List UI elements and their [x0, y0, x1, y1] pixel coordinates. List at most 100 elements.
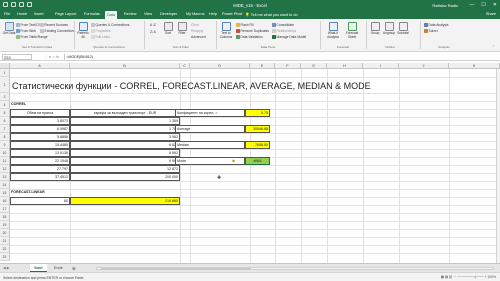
column-header-g[interactable]: G — [301, 63, 327, 69]
volume-cell[interactable]: 37.4512 — [10, 173, 70, 181]
restore-button[interactable]: ☐ — [481, 2, 485, 8]
median-label[interactable]: Median — [175, 141, 245, 149]
advanced-filter-button[interactable]: Advanced — [191, 35, 206, 39]
row-header-13[interactable]: 13 — [0, 173, 10, 181]
collapse-ribbon-icon[interactable]: ⌃ — [492, 45, 495, 49]
manage-data-model-button[interactable]: Manage Data Model — [272, 35, 306, 39]
filter-button[interactable]: Filter — [175, 22, 189, 36]
reapply-button[interactable]: Reapply — [191, 29, 203, 33]
row-header-15[interactable]: 15 — [0, 189, 10, 197]
row-header-14[interactable]: 14 — [0, 181, 10, 189]
volume-cell[interactable]: 6.5987 — [10, 125, 70, 133]
column-header-c[interactable]: C — [180, 63, 190, 69]
average-value[interactable]: 30548.88 — [245, 125, 270, 133]
volume-header[interactable]: Обем на пратка — [10, 109, 70, 117]
user-name[interactable]: Ratislav Radic — [432, 3, 458, 8]
tariff-cell[interactable]: 200 000 — [70, 173, 180, 181]
sort-ascending-button[interactable]: A↓Z — [150, 23, 156, 27]
column-header-f[interactable]: F — [275, 63, 301, 69]
tab-data[interactable]: Data — [105, 11, 118, 19]
coefficient-label[interactable]: Коефициент на корел. = — [175, 109, 245, 117]
forecast-sheet-button[interactable]: Forecast Sheet — [344, 22, 360, 39]
column-header-j[interactable]: J — [399, 63, 449, 69]
sheet-tab-ende[interactable]: Ende — [50, 264, 67, 272]
sort-descending-button[interactable]: Z↓A — [150, 30, 156, 34]
group-button[interactable]: Group — [368, 22, 382, 36]
formula-input[interactable]: =MODE(B5:B12) — [64, 54, 494, 60]
vertical-scrollbar[interactable] — [496, 69, 500, 263]
recent-sources-button[interactable]: Recent Sources — [40, 23, 68, 27]
add-sheet-icon[interactable]: ⊕ — [72, 266, 76, 272]
row-header-3[interactable]: 3 — [0, 93, 10, 101]
sheet-nav-arrows-icon[interactable]: ◀ ▶ — [3, 266, 10, 270]
tariff-cell[interactable]: 8 692 — [70, 149, 180, 157]
row-header-12[interactable]: 12 — [0, 165, 10, 173]
data-validation-button[interactable]: Data Validation — [236, 35, 263, 39]
ungroup-button[interactable]: Ungroup — [382, 22, 396, 36]
forecast-value[interactable]: 219 865 — [70, 197, 180, 205]
tab-view[interactable]: View — [144, 12, 152, 16]
tariff-header[interactable]: тарифа за вълзаден транспорт - EUR — [70, 109, 180, 117]
worksheet-grid[interactable]: A B C D E F G H I J K 1 2 3 4 5 6 7 8 9 … — [0, 63, 500, 263]
tab-formulas[interactable]: Formulas — [84, 12, 100, 16]
tab-my-macros[interactable]: My Macros — [186, 12, 205, 16]
row-header-17[interactable]: 17 — [0, 205, 10, 213]
median-value[interactable]: 7658.50 — [245, 141, 270, 149]
get-data-button[interactable]: Get Data — [2, 22, 16, 36]
from-web-button[interactable]: From Web — [16, 29, 36, 33]
row-header-2[interactable]: 2 — [0, 77, 10, 93]
sort-button[interactable]: Sort — [161, 22, 175, 36]
minimize-button[interactable]: — — [469, 2, 474, 8]
edit-links-button[interactable]: Edit Links — [91, 35, 110, 39]
column-header-d[interactable]: D — [190, 63, 250, 69]
column-header-h[interactable]: H — [327, 63, 363, 69]
from-table-button[interactable]: From Table/Range — [16, 35, 48, 39]
row-header-19[interactable]: 19 — [0, 221, 10, 229]
tab-review[interactable]: Review — [124, 12, 136, 16]
row-header-23[interactable]: 23 — [0, 253, 10, 261]
tariff-cell[interactable]: 1 785 — [70, 125, 180, 133]
refresh-all-button[interactable]: Refresh All — [76, 22, 90, 39]
volume-cell[interactable]: 27.797 — [10, 165, 70, 173]
sheet-tab-start[interactable]: Start — [30, 264, 47, 272]
queries-connections-button[interactable]: Queries & Connections — [91, 23, 129, 27]
consolidate-button[interactable]: Consolidate — [272, 23, 294, 27]
what-if-analysis-button[interactable]: What-If Analysis — [324, 22, 342, 39]
volume-cell[interactable]: 15.4485 — [10, 141, 70, 149]
row-header-11[interactable]: 11 — [0, 157, 10, 165]
tab-developer[interactable]: Developer — [160, 12, 177, 16]
tariff-cell[interactable]: 6 625 — [70, 141, 180, 149]
column-header-i[interactable]: I — [363, 63, 399, 69]
formula-bar-icons[interactable]: ⋮ ✕ ✓ fx — [44, 55, 59, 59]
row-header-9[interactable]: 9 — [0, 141, 10, 149]
row-header-1[interactable]: 1 — [0, 69, 10, 77]
horizontal-scrollbar[interactable] — [96, 266, 494, 271]
row-header-7[interactable]: 7 — [0, 125, 10, 133]
tariff-cell[interactable]: 9 996 — [70, 157, 180, 165]
forecast-input[interactable]: 60 — [10, 197, 70, 205]
row-header-6[interactable]: 6 — [0, 117, 10, 125]
row-header-18[interactable]: 18 — [0, 213, 10, 221]
row-header-20[interactable]: 20 — [0, 229, 10, 237]
relationships-button[interactable]: Relationships — [272, 29, 296, 33]
column-header-a[interactable]: A — [10, 63, 70, 69]
subtotal-button[interactable]: Subtotal — [396, 22, 410, 36]
tab-power-pivot[interactable]: Power Pivot — [222, 12, 242, 16]
row-header-8[interactable]: 8 — [0, 133, 10, 141]
solver-button[interactable]: Solver — [424, 29, 438, 33]
coefficient-value[interactable]: 0.75 — [245, 109, 270, 117]
tab-insert[interactable]: Insert — [34, 12, 44, 16]
from-text-csv-button[interactable]: From Text/CSV — [16, 23, 43, 27]
tab-help[interactable]: Help — [209, 12, 217, 16]
column-header-k[interactable]: K — [449, 63, 500, 69]
tariff-cell[interactable]: 3 062 — [70, 133, 180, 141]
volume-cell[interactable]: 22.1548 — [10, 157, 70, 165]
row-header-22[interactable]: 22 — [0, 245, 10, 253]
properties-button[interactable]: Properties — [91, 29, 111, 33]
mode-value[interactable]: #N/A — [245, 157, 270, 165]
volume-cell[interactable]: 13.0136 — [10, 149, 70, 157]
clear-filter-button[interactable]: Clear — [191, 23, 199, 27]
tab-file[interactable]: File — [4, 12, 10, 16]
volume-cell[interactable]: 5.8858 — [10, 133, 70, 141]
remove-duplicates-button[interactable]: Remove Duplicates — [236, 29, 269, 33]
